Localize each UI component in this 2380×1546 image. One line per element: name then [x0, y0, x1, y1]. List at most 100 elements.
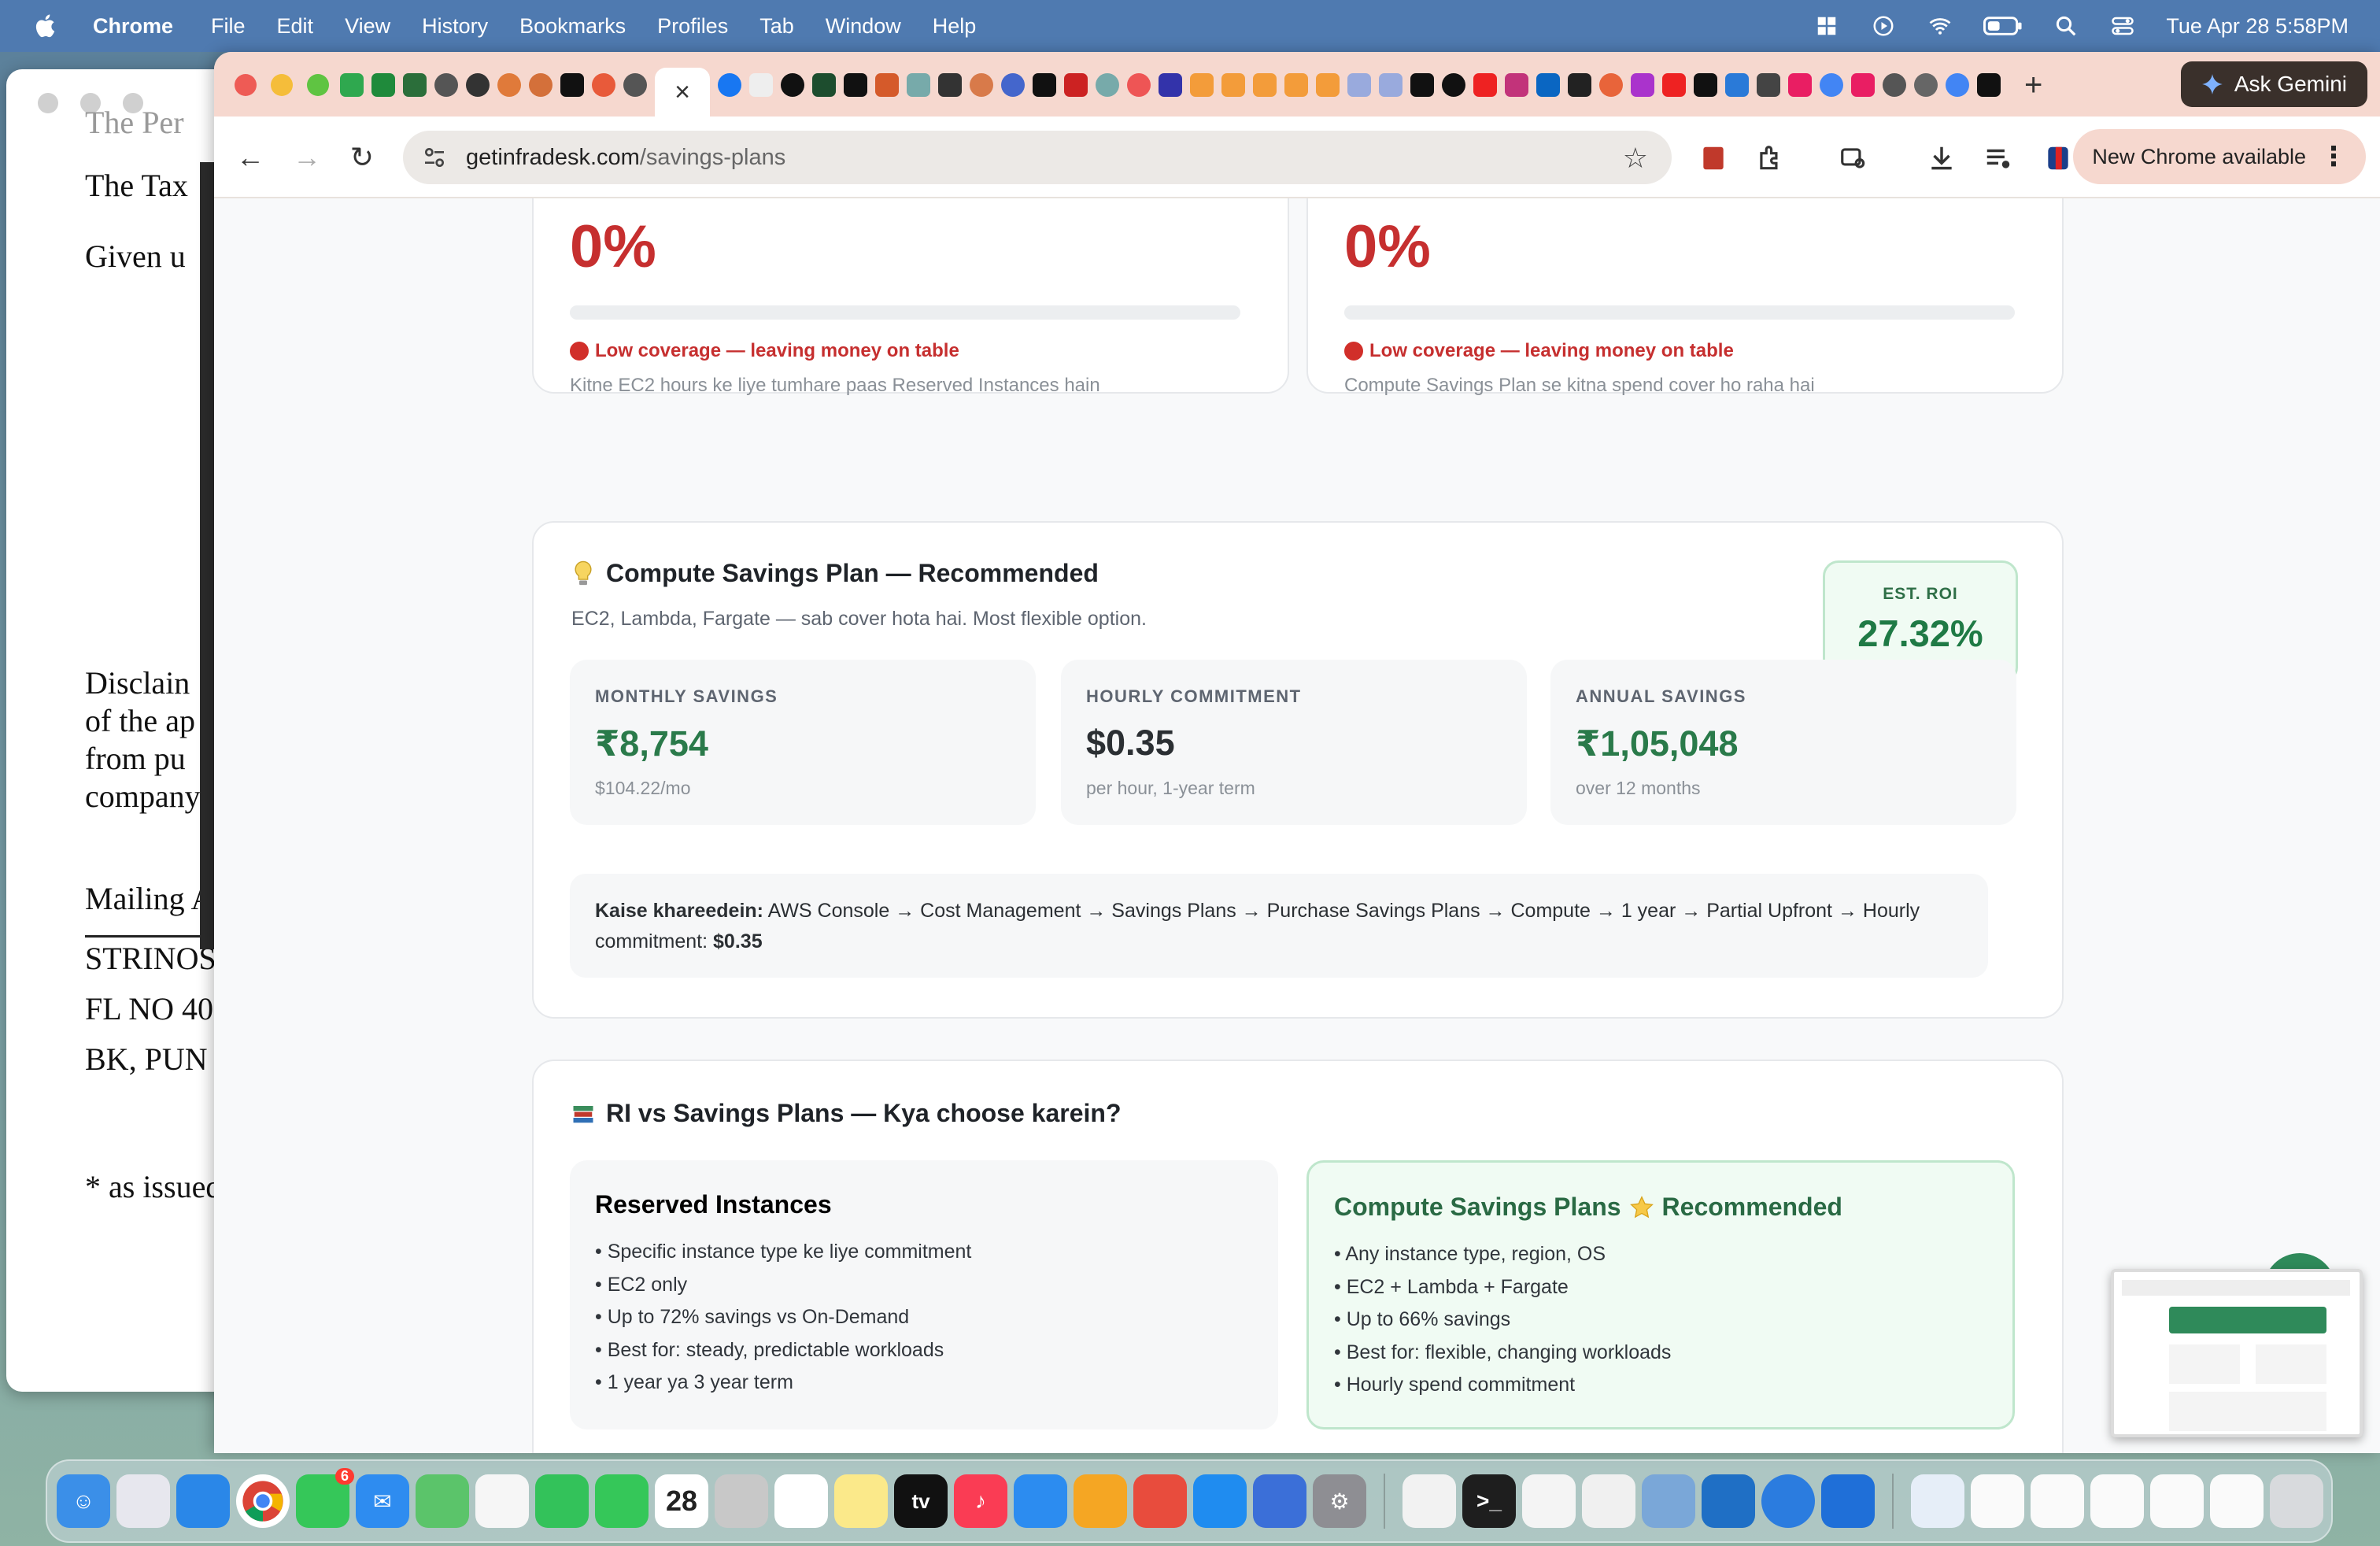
menu-window[interactable]: Window	[826, 14, 901, 39]
contacts-icon[interactable]	[715, 1474, 768, 1528]
feather-app-icon[interactable]	[1582, 1474, 1635, 1528]
bookmark-star-icon[interactable]: ☆	[1623, 142, 1648, 175]
background-document-window[interactable]: The Per The Tax Given u Disclain of the …	[6, 69, 242, 1392]
back-arrow-icon[interactable]: ←	[233, 140, 268, 175]
rocket-app-icon[interactable]	[1133, 1474, 1187, 1528]
tab-favicon[interactable]	[1977, 73, 2001, 97]
ask-gemini-button[interactable]: Ask Gemini	[2180, 61, 2367, 107]
tab-favicon[interactable]	[1883, 73, 1906, 97]
tab-favicon[interactable]	[970, 73, 993, 97]
minimized-window-icon[interactable]	[1971, 1474, 2024, 1528]
more-menu-icon[interactable]: ⋮	[2320, 141, 2347, 172]
reminders-icon[interactable]	[774, 1474, 828, 1528]
minimize-window-button[interactable]	[271, 74, 293, 96]
phone-icon[interactable]	[595, 1474, 649, 1528]
messages-icon[interactable]: 6	[296, 1468, 354, 1528]
notes-icon[interactable]	[834, 1474, 888, 1528]
tab-search-icon[interactable]	[1839, 143, 1868, 173]
tab-favicon[interactable]	[434, 73, 458, 97]
safari-icon[interactable]	[176, 1474, 230, 1528]
tab-favicon[interactable]	[1410, 73, 1434, 97]
window-grid-icon[interactable]	[1813, 14, 1840, 38]
tab-favicon[interactable]	[1221, 73, 1245, 97]
spotlight-search-icon[interactable]	[2053, 14, 2079, 38]
tab-favicon[interactable]	[718, 73, 741, 97]
tab-favicon[interactable]	[844, 73, 867, 97]
tab-favicon[interactable]	[1820, 73, 1843, 97]
tab-favicon[interactable]	[1284, 73, 1308, 97]
trash-icon[interactable]	[2270, 1474, 2323, 1528]
iphone-mirroring-icon[interactable]	[1253, 1474, 1306, 1528]
minimized-window-icon[interactable]	[2090, 1474, 2144, 1528]
site-settings-icon[interactable]	[422, 145, 447, 170]
chrome-update-button[interactable]: New Chrome available ⋮	[2073, 129, 2366, 184]
tab-favicon[interactable]	[623, 73, 647, 97]
windows-app-icon[interactable]	[1821, 1474, 1875, 1528]
chrome-dock-icon[interactable]	[236, 1474, 290, 1528]
tab-favicon[interactable]	[812, 73, 836, 97]
tab-favicon[interactable]	[1379, 73, 1402, 97]
tab-favicon[interactable]	[1159, 73, 1182, 97]
zoom-window-button[interactable]	[307, 74, 329, 96]
minimized-window-icon[interactable]	[2031, 1474, 2084, 1528]
disk-utility-icon[interactable]	[1642, 1474, 1695, 1528]
tab-favicon[interactable]	[1064, 73, 1088, 97]
tab-favicon[interactable]	[371, 73, 395, 97]
menubar-clock[interactable]: Tue Apr 28 5:58PM	[2166, 14, 2349, 39]
tab-favicon[interactable]	[1851, 73, 1875, 97]
terminal-icon[interactable]: >_	[1462, 1474, 1516, 1528]
tab-favicon[interactable]	[1694, 73, 1717, 97]
quicktime-icon[interactable]	[1761, 1474, 1815, 1528]
tab-favicon[interactable]	[1096, 73, 1119, 97]
tab-favicon[interactable]	[497, 73, 521, 97]
menu-help[interactable]: Help	[933, 14, 977, 39]
tab-favicon[interactable]	[1347, 73, 1371, 97]
tab-favicon[interactable]	[592, 73, 615, 97]
extension-book-icon[interactable]	[1698, 143, 1728, 173]
tab-favicon[interactable]	[1127, 73, 1151, 97]
download-icon[interactable]	[1927, 143, 1957, 173]
menu-tab[interactable]: Tab	[759, 14, 794, 39]
tab-favicon[interactable]	[1505, 73, 1528, 97]
menu-bookmarks[interactable]: Bookmarks	[519, 14, 626, 39]
screenshot-thumbnail[interactable]	[2111, 1269, 2363, 1437]
tab-favicon[interactable]	[1316, 73, 1340, 97]
menu-history[interactable]: History	[422, 14, 488, 39]
system-settings-icon[interactable]: ⚙	[1313, 1474, 1366, 1528]
keynote-icon[interactable]	[1014, 1474, 1067, 1528]
tab-favicon[interactable]	[1599, 73, 1623, 97]
tab-favicon[interactable]	[466, 73, 490, 97]
downloads-stack-icon[interactable]	[1911, 1474, 1964, 1528]
tab-favicon[interactable]	[529, 73, 552, 97]
menu-profiles[interactable]: Profiles	[657, 14, 728, 39]
menu-edit[interactable]: Edit	[277, 14, 314, 39]
address-bar[interactable]: getinfradesk.com/savings-plans ☆	[403, 131, 1672, 184]
pages-icon[interactable]	[1074, 1474, 1127, 1528]
forward-arrow-icon[interactable]: →	[290, 140, 324, 175]
tab-favicon[interactable]	[1536, 73, 1560, 97]
numbers-doc-icon[interactable]	[1402, 1474, 1456, 1528]
launchpad-icon[interactable]	[116, 1474, 170, 1528]
menu-view[interactable]: View	[345, 14, 390, 39]
minimized-window-icon[interactable]	[2150, 1474, 2204, 1528]
active-tab[interactable]: ×	[655, 68, 710, 117]
vscode-icon[interactable]	[1702, 1474, 1755, 1528]
maps-icon[interactable]	[416, 1474, 469, 1528]
tab-favicon[interactable]	[1253, 73, 1277, 97]
tab-favicon[interactable]	[1001, 73, 1025, 97]
profile-avatar-icon[interactable]	[2043, 143, 2073, 173]
tab-favicon[interactable]	[1033, 73, 1056, 97]
tab-favicon[interactable]	[875, 73, 899, 97]
extensions-puzzle-icon[interactable]	[1755, 143, 1785, 173]
finder-icon[interactable]: ☺	[57, 1474, 110, 1528]
tab-favicon[interactable]	[560, 73, 584, 97]
app-store-icon[interactable]	[1193, 1474, 1247, 1528]
tab-favicon[interactable]	[1914, 73, 1938, 97]
media-play-icon[interactable]	[1870, 14, 1897, 38]
cursor-app-icon[interactable]	[1522, 1474, 1576, 1528]
music-icon[interactable]: ♪	[954, 1474, 1007, 1528]
mail-icon[interactable]: ✉	[356, 1474, 409, 1528]
tab-favicon[interactable]	[781, 73, 804, 97]
facetime-icon[interactable]	[535, 1474, 589, 1528]
tab-favicon[interactable]	[749, 73, 773, 97]
